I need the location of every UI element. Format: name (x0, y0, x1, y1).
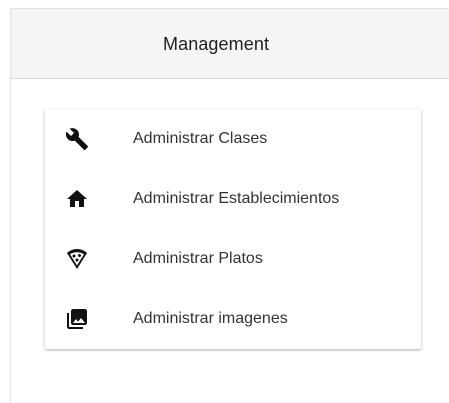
home-icon (65, 187, 89, 211)
menu-item-administrar-clases[interactable]: Administrar Clases (45, 109, 421, 169)
menu-item-label: Administrar Establecimientos (133, 190, 340, 207)
menu-item-label: Administrar Platos (133, 250, 263, 267)
management-panel: Management Administrar Clases Administra… (10, 8, 449, 403)
image-icon (65, 307, 89, 331)
management-menu: Administrar Clases Administrar Estableci… (45, 109, 421, 349)
menu-item-administrar-platos[interactable]: Administrar Platos (45, 229, 421, 289)
menu-item-label: Administrar imagenes (133, 310, 288, 327)
menu-item-administrar-imagenes[interactable]: Administrar imagenes (45, 289, 421, 349)
menu-item-administrar-establecimientos[interactable]: Administrar Establecimientos (45, 169, 421, 229)
header-bar: Management (11, 9, 449, 79)
pizza-icon (65, 247, 89, 271)
wrench-icon (65, 127, 89, 151)
menu-item-label: Administrar Clases (133, 130, 268, 147)
page-title: Management (163, 34, 270, 54)
